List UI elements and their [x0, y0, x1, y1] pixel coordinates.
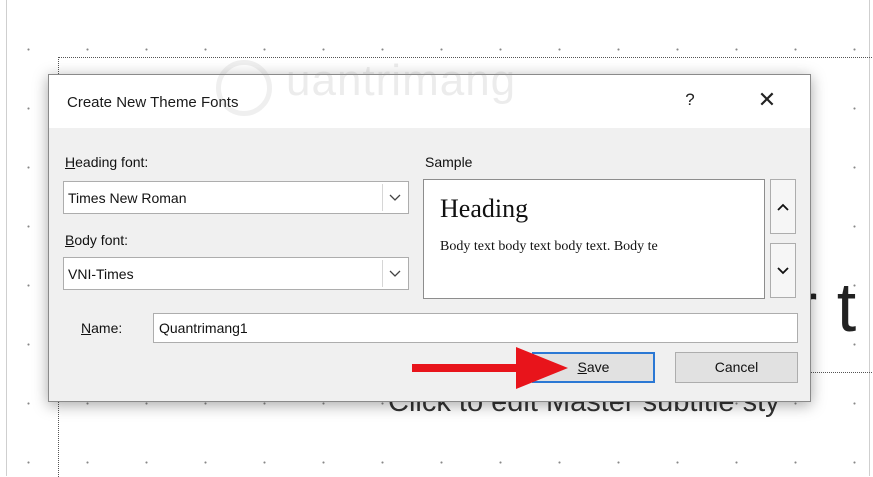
chevron-up-icon: [777, 203, 789, 211]
body-font-label: Body font:: [65, 232, 128, 248]
close-icon[interactable]: ✕: [749, 83, 785, 117]
save-label: ave: [586, 359, 610, 375]
chevron-down-icon: [777, 266, 789, 274]
body-font-accel: B: [65, 232, 75, 248]
name-input[interactable]: Quantrimang1: [153, 313, 798, 343]
chevron-down-icon[interactable]: [382, 184, 406, 211]
dialog-title: Create New Theme Fonts: [67, 94, 239, 111]
save-accel: S: [577, 359, 587, 375]
sample-scroll-down-button[interactable]: [770, 243, 796, 298]
body-font-value: VNI-Times: [68, 266, 134, 282]
name-label-text: ame:: [91, 320, 123, 336]
heading-font-label-text: eading font:: [75, 154, 149, 170]
body-font-label-text: ody font:: [74, 232, 129, 248]
cancel-button[interactable]: Cancel: [675, 352, 798, 383]
sample-heading-text: Heading: [440, 194, 529, 223]
heading-font-value: Times New Roman: [68, 190, 187, 206]
sample-label: Sample: [425, 154, 473, 170]
name-value: Quantrimang1: [159, 320, 248, 336]
body-font-select[interactable]: VNI-Times: [63, 257, 409, 290]
heading-font-select[interactable]: Times New Roman: [63, 181, 409, 214]
sample-body-text: Body text body text body text. Body te: [440, 239, 658, 254]
help-icon[interactable]: ?: [675, 85, 705, 115]
watermark-text: uantrimang: [286, 56, 517, 105]
watermark-logo: [216, 60, 272, 116]
heading-font-accel: H: [65, 154, 76, 170]
name-label: Name:: [81, 320, 122, 336]
name-accel: N: [81, 320, 92, 336]
red-arrow-icon: [412, 347, 568, 389]
chevron-down-icon[interactable]: [382, 260, 406, 287]
heading-font-label: Heading font:: [65, 154, 148, 170]
sample-scroll-up-button[interactable]: [770, 179, 796, 234]
sample-preview: Heading Body text body text body text. B…: [423, 179, 765, 299]
